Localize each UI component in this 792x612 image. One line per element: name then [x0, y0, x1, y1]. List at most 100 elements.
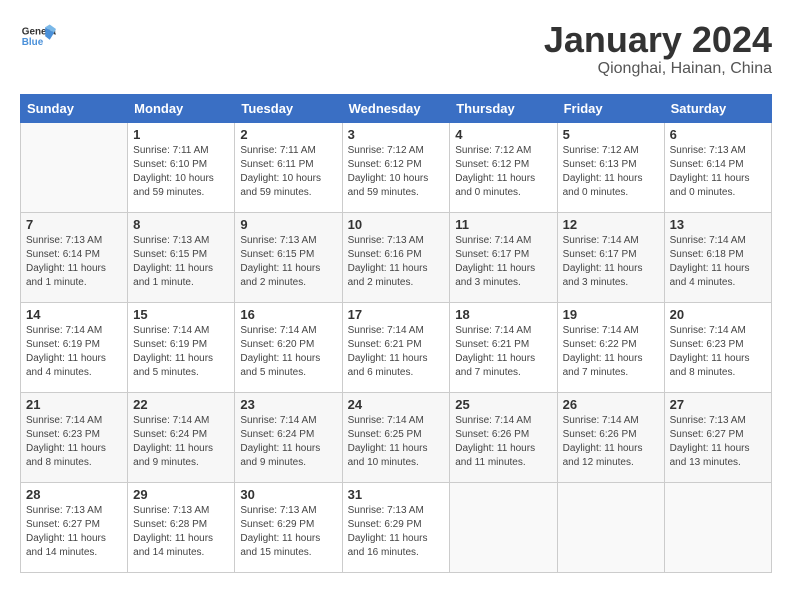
svg-text:Blue: Blue — [22, 37, 44, 48]
day-info: Sunrise: 7:14 AM Sunset: 6:20 PM Dayligh… — [240, 324, 336, 380]
day-number: 1 — [133, 127, 229, 142]
day-number: 26 — [563, 397, 659, 412]
calendar-cell: 12Sunrise: 7:14 AM Sunset: 6:17 PM Dayli… — [557, 212, 664, 302]
day-info: Sunrise: 7:13 AM Sunset: 6:29 PM Dayligh… — [348, 504, 445, 560]
calendar-cell: 20Sunrise: 7:14 AM Sunset: 6:23 PM Dayli… — [664, 302, 771, 392]
weekday-header-thursday: Thursday — [450, 94, 557, 122]
day-info: Sunrise: 7:14 AM Sunset: 6:19 PM Dayligh… — [26, 324, 122, 380]
calendar-cell: 18 Sunrise: 7:14 AM Sunset: 6:21 PM Dayli… — [450, 302, 557, 392]
day-number: 13 — [670, 217, 766, 232]
weekday-header-monday: Monday — [128, 94, 235, 122]
calendar-cell — [557, 482, 664, 572]
day-number: 29 — [133, 487, 229, 502]
day-info: Sunrise: 7:13 AM Sunset: 6:29 PM Dayligh… — [240, 504, 336, 560]
calendar-cell: 24 Sunrise: 7:14 AM Sunset: 6:25 PM Dayli… — [342, 392, 450, 482]
day-number: 2 — [240, 127, 336, 142]
weekday-header-friday: Friday — [557, 94, 664, 122]
day-info: Sunrise: 7:14 AM Sunset: 6:17 PM Dayligh… — [563, 234, 659, 290]
day-number: 30 — [240, 487, 336, 502]
day-number: 24 — [348, 397, 445, 412]
day-number: 3 — [348, 127, 445, 142]
calendar-cell: 23 Sunrise: 7:14 AM Sunset: 6:24 PM Dayli… — [235, 392, 342, 482]
day-info: Sunrise: 7:13 AM Sunset: 6:15 PM Dayligh… — [133, 234, 229, 290]
day-number: 17 — [348, 307, 445, 322]
calendar-week-2: 7 Sunrise: 7:13 AM Sunset: 6:14 PM Daylig… — [21, 212, 772, 302]
weekday-header-row: SundayMondayTuesdayWednesdayThursdayFrid… — [21, 94, 772, 122]
day-number: 16 — [240, 307, 336, 322]
calendar-cell: 29 Sunrise: 7:13 AM Sunset: 6:28 PM Dayli… — [128, 482, 235, 572]
calendar-cell: 22 Sunrise: 7:14 AM Sunset: 6:24 PM Dayli… — [128, 392, 235, 482]
calendar-cell: 28 Sunrise: 7:13 AM Sunset: 6:27 PM Dayli… — [21, 482, 128, 572]
calendar-cell — [21, 122, 128, 212]
day-info: Sunrise: 7:12 AM Sunset: 6:12 PM Dayligh… — [455, 144, 551, 200]
day-number: 27 — [670, 397, 766, 412]
day-info: Sunrise: 7:14 AM Sunset: 6:18 PM Dayligh… — [670, 234, 766, 290]
calendar-cell: 4Sunrise: 7:12 AM Sunset: 6:12 PM Daylig… — [450, 122, 557, 212]
calendar-cell: 5Sunrise: 7:12 AM Sunset: 6:13 PM Daylig… — [557, 122, 664, 212]
calendar-cell: 16 Sunrise: 7:14 AM Sunset: 6:20 PM Dayli… — [235, 302, 342, 392]
day-info: Sunrise: 7:13 AM Sunset: 6:14 PM Dayligh… — [670, 144, 766, 200]
day-info: Sunrise: 7:12 AM Sunset: 6:12 PM Dayligh… — [348, 144, 445, 200]
day-info: Sunrise: 7:14 AM Sunset: 6:24 PM Dayligh… — [133, 414, 229, 470]
page-header: General Blue January 2024 Qionghai, Hain… — [20, 20, 772, 78]
day-number: 28 — [26, 487, 122, 502]
weekday-header-wednesday: Wednesday — [342, 94, 450, 122]
day-info: Sunrise: 7:13 AM Sunset: 6:27 PM Dayligh… — [670, 414, 766, 470]
month-title: January 2024 — [544, 20, 772, 60]
calendar-cell: 26 Sunrise: 7:14 AM Sunset: 6:26 PM Dayli… — [557, 392, 664, 482]
day-number: 25 — [455, 397, 551, 412]
day-info: Sunrise: 7:14 AM Sunset: 6:26 PM Dayligh… — [455, 414, 551, 470]
day-info: Sunrise: 7:13 AM Sunset: 6:27 PM Dayligh… — [26, 504, 122, 560]
weekday-header-saturday: Saturday — [664, 94, 771, 122]
calendar-cell: 10Sunrise: 7:13 AM Sunset: 6:16 PM Dayli… — [342, 212, 450, 302]
calendar-cell: 2 Sunrise: 7:11 AM Sunset: 6:11 PM Daylig… — [235, 122, 342, 212]
calendar-cell: 19Sunrise: 7:14 AM Sunset: 6:22 PM Dayli… — [557, 302, 664, 392]
day-info: Sunrise: 7:14 AM Sunset: 6:21 PM Dayligh… — [348, 324, 445, 380]
title-block: January 2024 Qionghai, Hainan, China — [544, 20, 772, 78]
logo: General Blue — [20, 20, 56, 56]
day-number: 31 — [348, 487, 445, 502]
logo-icon: General Blue — [20, 20, 56, 56]
day-number: 7 — [26, 217, 122, 232]
calendar-cell: 3 Sunrise: 7:12 AM Sunset: 6:12 PM Daylig… — [342, 122, 450, 212]
day-info: Sunrise: 7:13 AM Sunset: 6:16 PM Dayligh… — [348, 234, 445, 290]
day-number: 6 — [670, 127, 766, 142]
day-info: Sunrise: 7:14 AM Sunset: 6:26 PM Dayligh… — [563, 414, 659, 470]
day-number: 22 — [133, 397, 229, 412]
calendar-cell: 17 Sunrise: 7:14 AM Sunset: 6:21 PM Dayli… — [342, 302, 450, 392]
calendar-cell: 7 Sunrise: 7:13 AM Sunset: 6:14 PM Daylig… — [21, 212, 128, 302]
calendar-cell: 25 Sunrise: 7:14 AM Sunset: 6:26 PM Dayli… — [450, 392, 557, 482]
day-info: Sunrise: 7:14 AM Sunset: 6:24 PM Dayligh… — [240, 414, 336, 470]
day-info: Sunrise: 7:14 AM Sunset: 6:19 PM Dayligh… — [133, 324, 229, 380]
calendar-cell — [664, 482, 771, 572]
day-info: Sunrise: 7:11 AM Sunset: 6:11 PM Dayligh… — [240, 144, 336, 200]
day-number: 18 — [455, 307, 551, 322]
calendar-week-4: 21Sunrise: 7:14 AM Sunset: 6:23 PM Dayli… — [21, 392, 772, 482]
calendar-cell: 15 Sunrise: 7:14 AM Sunset: 6:19 PM Dayli… — [128, 302, 235, 392]
day-info: Sunrise: 7:13 AM Sunset: 6:14 PM Dayligh… — [26, 234, 122, 290]
day-info: Sunrise: 7:14 AM Sunset: 6:23 PM Dayligh… — [670, 324, 766, 380]
calendar-cell: 30 Sunrise: 7:13 AM Sunset: 6:29 PM Dayli… — [235, 482, 342, 572]
day-number: 14 — [26, 307, 122, 322]
day-info: Sunrise: 7:14 AM Sunset: 6:25 PM Dayligh… — [348, 414, 445, 470]
day-info: Sunrise: 7:13 AM Sunset: 6:15 PM Dayligh… — [240, 234, 336, 290]
calendar-table: SundayMondayTuesdayWednesdayThursdayFrid… — [20, 94, 772, 573]
day-info: Sunrise: 7:14 AM Sunset: 6:17 PM Dayligh… — [455, 234, 551, 290]
day-info: Sunrise: 7:11 AM Sunset: 6:10 PM Dayligh… — [133, 144, 229, 200]
day-number: 9 — [240, 217, 336, 232]
day-number: 23 — [240, 397, 336, 412]
weekday-header-sunday: Sunday — [21, 94, 128, 122]
calendar-cell: 8Sunrise: 7:13 AM Sunset: 6:15 PM Daylig… — [128, 212, 235, 302]
calendar-cell: 6 Sunrise: 7:13 AM Sunset: 6:14 PM Daylig… — [664, 122, 771, 212]
day-number: 19 — [563, 307, 659, 322]
calendar-cell: 9 Sunrise: 7:13 AM Sunset: 6:15 PM Daylig… — [235, 212, 342, 302]
calendar-cell: 31 Sunrise: 7:13 AM Sunset: 6:29 PM Dayli… — [342, 482, 450, 572]
day-number: 15 — [133, 307, 229, 322]
calendar-cell: 11Sunrise: 7:14 AM Sunset: 6:17 PM Dayli… — [450, 212, 557, 302]
calendar-week-1: 1 Sunrise: 7:11 AM Sunset: 6:10 PM Daylig… — [21, 122, 772, 212]
calendar-week-3: 14 Sunrise: 7:14 AM Sunset: 6:19 PM Dayli… — [21, 302, 772, 392]
calendar-cell: 27 Sunrise: 7:13 AM Sunset: 6:27 PM Dayli… — [664, 392, 771, 482]
day-info: Sunrise: 7:13 AM Sunset: 6:28 PM Dayligh… — [133, 504, 229, 560]
day-info: Sunrise: 7:14 AM Sunset: 6:21 PM Dayligh… — [455, 324, 551, 380]
calendar-cell: 21Sunrise: 7:14 AM Sunset: 6:23 PM Dayli… — [21, 392, 128, 482]
